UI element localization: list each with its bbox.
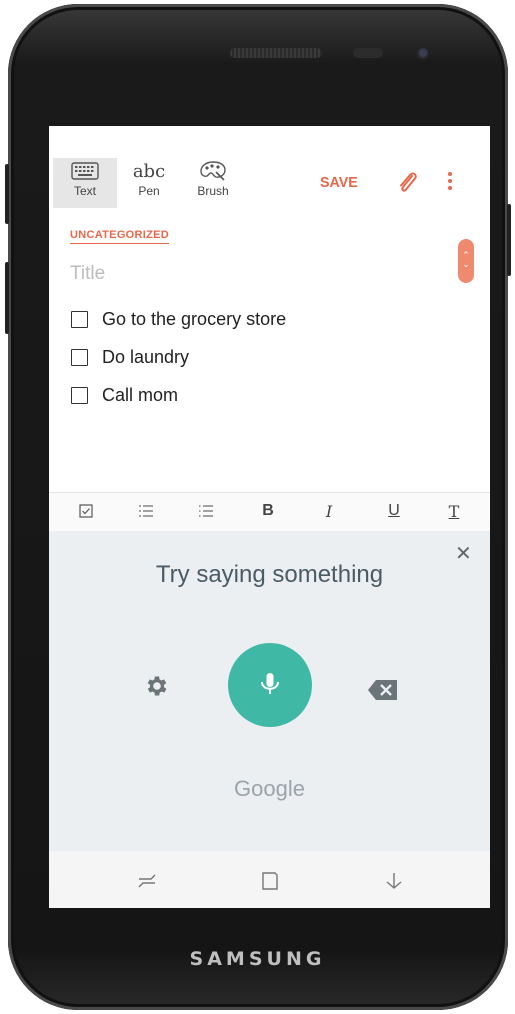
tool-brush[interactable]: Brush: [181, 158, 245, 208]
tool-brush-label: Brush: [197, 184, 229, 198]
text-style-icon[interactable]: T: [439, 499, 469, 523]
palette-icon: [181, 158, 245, 184]
keyboard-icon: [53, 158, 117, 184]
earpiece-speaker: [230, 48, 322, 58]
screen: Text abc Pen Brush SAVE UNCATEGORIZED Ti…: [49, 126, 490, 908]
paperclip-icon[interactable]: [395, 170, 419, 201]
navigation-bar: [49, 851, 490, 908]
microphone-icon: [261, 673, 279, 694]
gear-icon[interactable]: [144, 673, 170, 704]
backspace-icon[interactable]: [367, 679, 399, 706]
category-label[interactable]: UNCATEGORIZED: [70, 229, 170, 244]
more-vertical-icon[interactable]: [445, 172, 455, 198]
microphone-button[interactable]: [228, 643, 312, 727]
list-item-text: Call mom: [102, 384, 179, 405]
list-item[interactable]: Do laundry: [71, 344, 189, 370]
google-wordmark: Google: [234, 776, 305, 801]
underline-icon[interactable]: U: [379, 499, 409, 523]
front-camera: [416, 46, 430, 60]
voice-input-panel: ✕ Try saying something Google: [49, 531, 490, 851]
handwriting-icon: abc: [132, 160, 166, 182]
tool-pen[interactable]: abc Pen: [117, 158, 181, 208]
device-brand-logo: SAMSUNG: [189, 948, 326, 970]
italic-icon[interactable]: I: [314, 499, 344, 523]
tool-pen-label: Pen: [138, 184, 160, 198]
list-item[interactable]: Go to the grocery store: [71, 306, 286, 332]
volume-button[interactable]: [5, 164, 9, 224]
recent-apps-icon[interactable]: [135, 869, 159, 893]
checkbox[interactable]: [71, 348, 88, 366]
tool-text[interactable]: Text: [53, 158, 117, 208]
list-item[interactable]: Call mom: [71, 382, 178, 408]
checkbox[interactable]: [71, 310, 88, 328]
power-button[interactable]: [507, 204, 511, 276]
proximity-sensor: [353, 48, 383, 58]
input-mode-toolbar: Text abc Pen Brush: [49, 156, 490, 208]
scroll-handle[interactable]: ⌃ ⌄: [458, 239, 474, 283]
list-item-text: Go to the grocery store: [102, 308, 287, 329]
back-icon[interactable]: [382, 869, 406, 893]
save-button[interactable]: SAVE: [320, 174, 358, 191]
checkbox[interactable]: [71, 386, 88, 404]
bullet-list-icon[interactable]: [191, 499, 221, 523]
bixby-button[interactable]: [5, 262, 9, 334]
home-icon[interactable]: [258, 869, 282, 893]
title-field[interactable]: Title: [70, 263, 105, 285]
checkbox-icon[interactable]: [71, 499, 101, 523]
list-item-text: Do laundry: [102, 346, 190, 367]
bold-icon[interactable]: B: [253, 499, 283, 523]
tool-text-label: Text: [73, 184, 96, 198]
format-toolbar: B I U T: [49, 492, 490, 532]
voice-prompt: Try saying something: [155, 561, 384, 588]
numbered-list-icon[interactable]: [131, 499, 161, 523]
